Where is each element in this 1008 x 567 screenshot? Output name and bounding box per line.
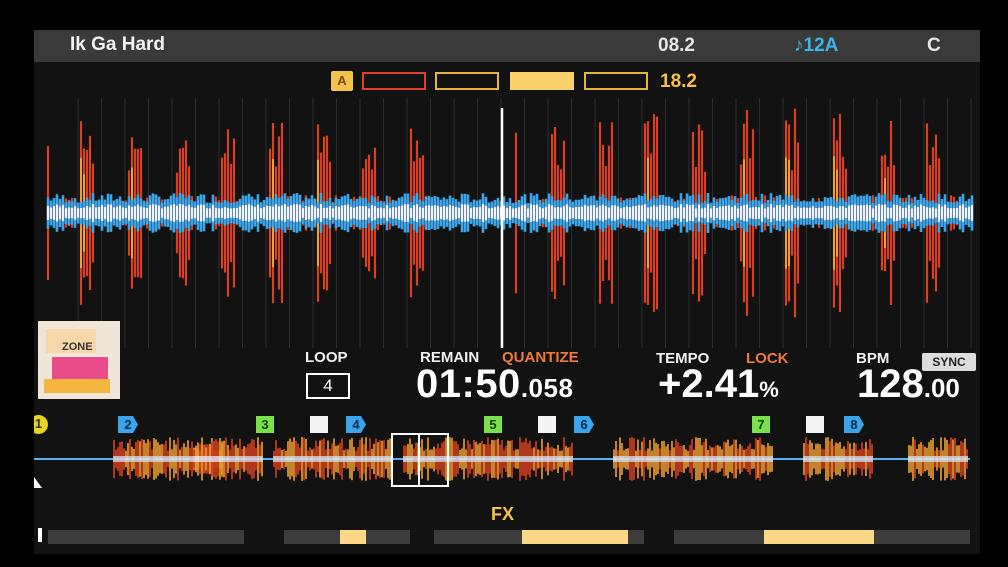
time-ms: .058: [520, 373, 574, 403]
track-title: Ik Ga Hard: [70, 34, 166, 55]
loop-length[interactable]: 4: [306, 373, 350, 399]
fx-bar-2[interactable]: [284, 530, 410, 544]
phrase-count: 18.2: [660, 71, 697, 92]
phrase-badge: A: [331, 71, 353, 91]
phrase-bar-3: [510, 72, 574, 90]
deck-screen: Ik Ga Hard 08.2 ♪12A C A 18.2 ZONE LOOP …: [34, 30, 980, 554]
artwork-text: ZONE: [62, 341, 93, 353]
bpm-decimal: .00: [923, 373, 960, 403]
phrase-bar-1: [362, 72, 426, 90]
fx-bar-4[interactable]: [674, 530, 970, 544]
track-key: ♪12A: [794, 35, 839, 56]
fx-bar-3[interactable]: [434, 530, 644, 544]
deck-letter: C: [927, 35, 941, 56]
overview-waveform[interactable]: [34, 428, 980, 490]
tempo-unit: %: [759, 377, 779, 402]
fx-bar-1[interactable]: [48, 530, 244, 544]
album-artwork: ZONE: [38, 321, 120, 399]
tempo-main: +2.41: [658, 362, 760, 406]
elapsed-time: 08.2: [658, 35, 695, 56]
phrase-bar-4: [584, 72, 648, 90]
phrase-bar-2: [435, 72, 499, 90]
loop-label: LOOP: [305, 349, 348, 366]
playhead-triangle-icon: [34, 477, 42, 488]
time-main: 01:50: [416, 362, 521, 406]
track-header: Ik Ga Hard 08.2 ♪12A C: [34, 30, 980, 62]
bpm-main: 128: [857, 362, 924, 406]
fx-label: FX: [491, 504, 515, 524]
tempo-value: +2.41%: [658, 362, 779, 407]
fx-position-marker: [38, 528, 42, 542]
remaining-time: 01:50.058: [416, 362, 573, 407]
bpm-value: 128.00: [857, 362, 960, 407]
zoomed-waveform[interactable]: [34, 98, 980, 348]
